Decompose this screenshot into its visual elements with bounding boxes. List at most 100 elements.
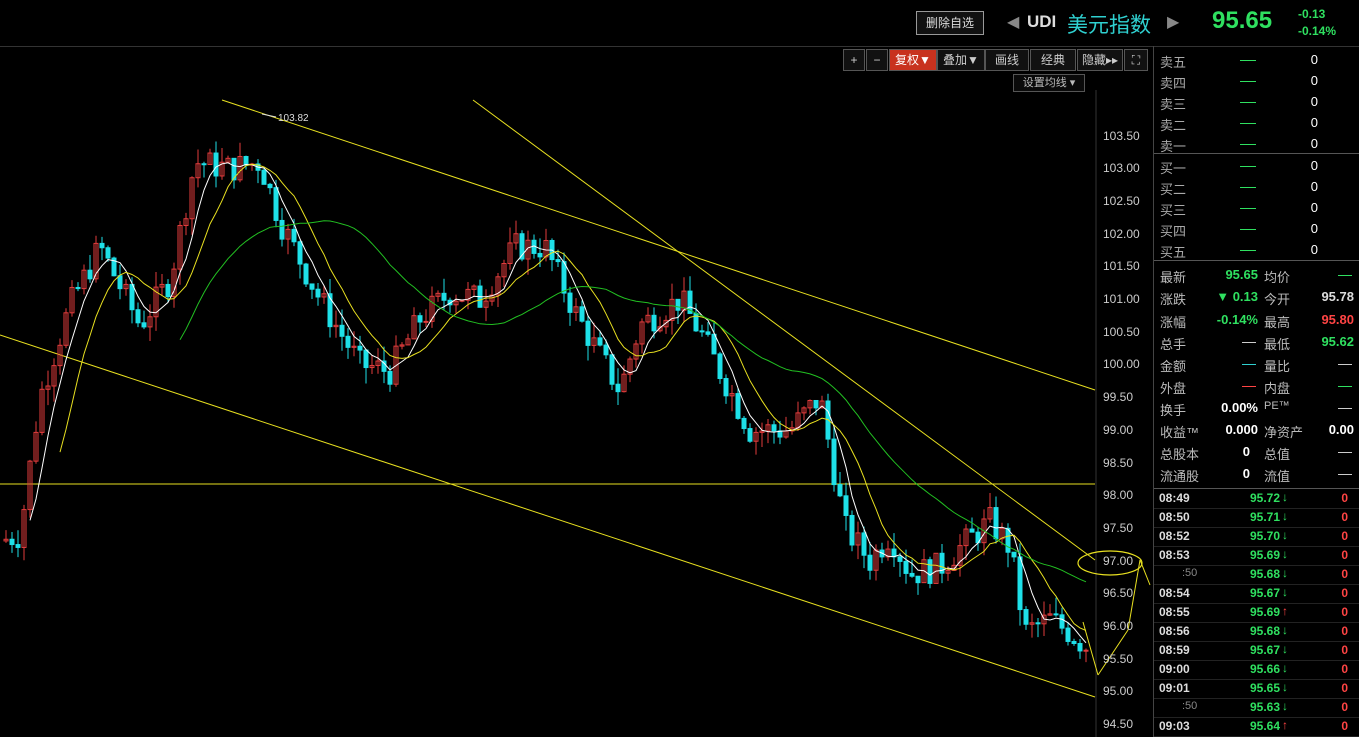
candle-body	[423, 320, 429, 323]
tick-time: 08:55	[1159, 605, 1190, 619]
candle-body	[303, 263, 309, 285]
candle-body	[849, 514, 855, 546]
candle-body	[117, 275, 123, 290]
arrow-down-icon: ↓	[1282, 661, 1288, 675]
candle-body	[741, 417, 747, 430]
tick-volume: 0	[1341, 586, 1348, 600]
arrow-down-icon: ↓	[1282, 528, 1288, 542]
tick-price: 95.72	[1249, 491, 1280, 505]
candle-body	[345, 335, 351, 348]
tick-row[interactable]: 08:50 95.71 ↓ 0	[1154, 508, 1359, 528]
last-price: 95.65	[1212, 7, 1273, 34]
tick-price: 95.66	[1249, 662, 1280, 676]
orderbook-label: 卖四	[1160, 76, 1187, 91]
candle-body	[567, 292, 573, 313]
prev-symbol-arrow-icon[interactable]: ◀	[1007, 12, 1019, 32]
candle-body	[129, 283, 135, 311]
tick-volume: 0	[1341, 719, 1348, 733]
tick-row[interactable]: 08:59 95.67 ↓ 0	[1154, 641, 1359, 661]
nav-label: 净资产	[1264, 425, 1304, 440]
zoom-out-button[interactable]: −	[866, 49, 888, 71]
tick-time: 09:01	[1159, 681, 1190, 695]
candle-body	[87, 269, 93, 280]
y-tick-label: 95.00	[1103, 684, 1134, 699]
tick-row[interactable]: 08:49 95.72 ↓ 0	[1154, 489, 1359, 509]
candle-body	[9, 538, 15, 546]
tick-volume: 0	[1341, 624, 1348, 638]
orderbook-price	[1240, 166, 1256, 167]
y-tick-label: 103.00	[1103, 161, 1140, 176]
y-tick-label: 100.50	[1103, 324, 1140, 339]
hide-panel-button[interactable]: 隐藏▸▸	[1077, 49, 1123, 71]
adjust-rights-button[interactable]: 复权▼	[889, 49, 937, 71]
next-symbol-arrow-icon[interactable]: ▶	[1167, 12, 1179, 32]
tick-price: 95.65	[1249, 681, 1280, 695]
orderbook-label: 卖二	[1160, 118, 1187, 133]
tick-row[interactable]: 09:00 95.66 ↓ 0	[1154, 660, 1359, 680]
draw-line-button[interactable]: 画线	[985, 49, 1029, 71]
candle-body	[99, 242, 105, 249]
tick-row[interactable]: 08:54 95.67 ↓ 0	[1154, 584, 1359, 604]
total-shares-value: 0	[1242, 444, 1250, 459]
candle-body	[1077, 642, 1083, 652]
tick-volume: 0	[1341, 529, 1348, 543]
orderbook-qty: 0	[1310, 115, 1318, 130]
volume-value	[1242, 342, 1256, 343]
tick-row[interactable]: 08:53 95.69 ↓ 0	[1154, 546, 1359, 566]
candle-body	[867, 554, 873, 571]
tick-volume: 0	[1341, 643, 1348, 657]
tick-row[interactable]: :50 95.63 ↓ 0	[1154, 698, 1359, 718]
tick-time: 08:59	[1159, 643, 1190, 657]
candle-body	[261, 169, 267, 185]
remove-watchlist-button[interactable]: 删除自选	[916, 11, 984, 35]
y-tick-label: 97.00	[1103, 553, 1134, 568]
float-shares-value: 0	[1242, 466, 1250, 481]
tick-price: 95.67	[1249, 643, 1280, 657]
high-value: 95.80	[1321, 312, 1354, 327]
tick-row[interactable]: 09:01 95.65 ↓ 0	[1154, 679, 1359, 699]
candle-body	[315, 288, 321, 298]
tick-row[interactable]: :50 95.68 ↓ 0	[1154, 565, 1359, 585]
tick-price: 95.70	[1249, 529, 1280, 543]
candle-body	[747, 428, 753, 442]
fullscreen-icon[interactable]: ⛶	[1124, 49, 1148, 71]
tick-row[interactable]: 08:56 95.68 ↓ 0	[1154, 622, 1359, 642]
candle-body	[1023, 609, 1029, 625]
tick-volume: 0	[1341, 567, 1348, 581]
y-tick-label: 97.50	[1103, 520, 1134, 535]
tick-row[interactable]: 08:55 95.69 ↑ 0	[1154, 603, 1359, 623]
candle-body	[705, 331, 711, 335]
candle-body	[717, 353, 723, 380]
candle-body	[555, 259, 561, 263]
orderbook-label: 卖三	[1160, 97, 1187, 112]
orderbook-price	[1240, 187, 1256, 188]
tick-row[interactable]: 09:03 95.64 ↑ 0	[1154, 717, 1359, 737]
latest-label: 最新	[1160, 270, 1187, 285]
candlestick-chart[interactable]: 103.82	[0, 90, 1153, 737]
pe-label: PE™	[1264, 400, 1290, 412]
high-annotation: 103.82	[278, 113, 309, 124]
float-shares-label: 流通股	[1160, 469, 1200, 484]
overlay-button[interactable]: 叠加▼	[937, 49, 985, 71]
classic-button[interactable]: 经典	[1030, 49, 1076, 71]
candle-body	[897, 556, 903, 562]
zoom-in-button[interactable]: +	[843, 49, 865, 71]
order-book-divider	[1154, 153, 1359, 154]
total-shares-label: 总股本	[1160, 447, 1200, 462]
candle-body	[1065, 627, 1071, 642]
outer-value	[1242, 386, 1256, 387]
arrow-down-icon: ↓	[1282, 509, 1288, 523]
orderbook-price	[1240, 81, 1256, 82]
tick-row[interactable]: 08:52 95.70 ↓ 0	[1154, 527, 1359, 547]
quote-header	[0, 0, 1359, 47]
orderbook-qty: 0	[1310, 73, 1318, 88]
candle-body	[711, 333, 717, 355]
pct-value: -0.14%	[1216, 312, 1258, 327]
high-label: 最高	[1264, 315, 1291, 330]
low-value: 95.62	[1321, 334, 1354, 349]
price-change: -0.13 -0.14%	[1298, 6, 1336, 40]
candle-body	[597, 337, 603, 346]
candle-body	[699, 330, 705, 333]
candle-body	[297, 241, 303, 265]
y-tick-label: 99.50	[1103, 390, 1134, 405]
